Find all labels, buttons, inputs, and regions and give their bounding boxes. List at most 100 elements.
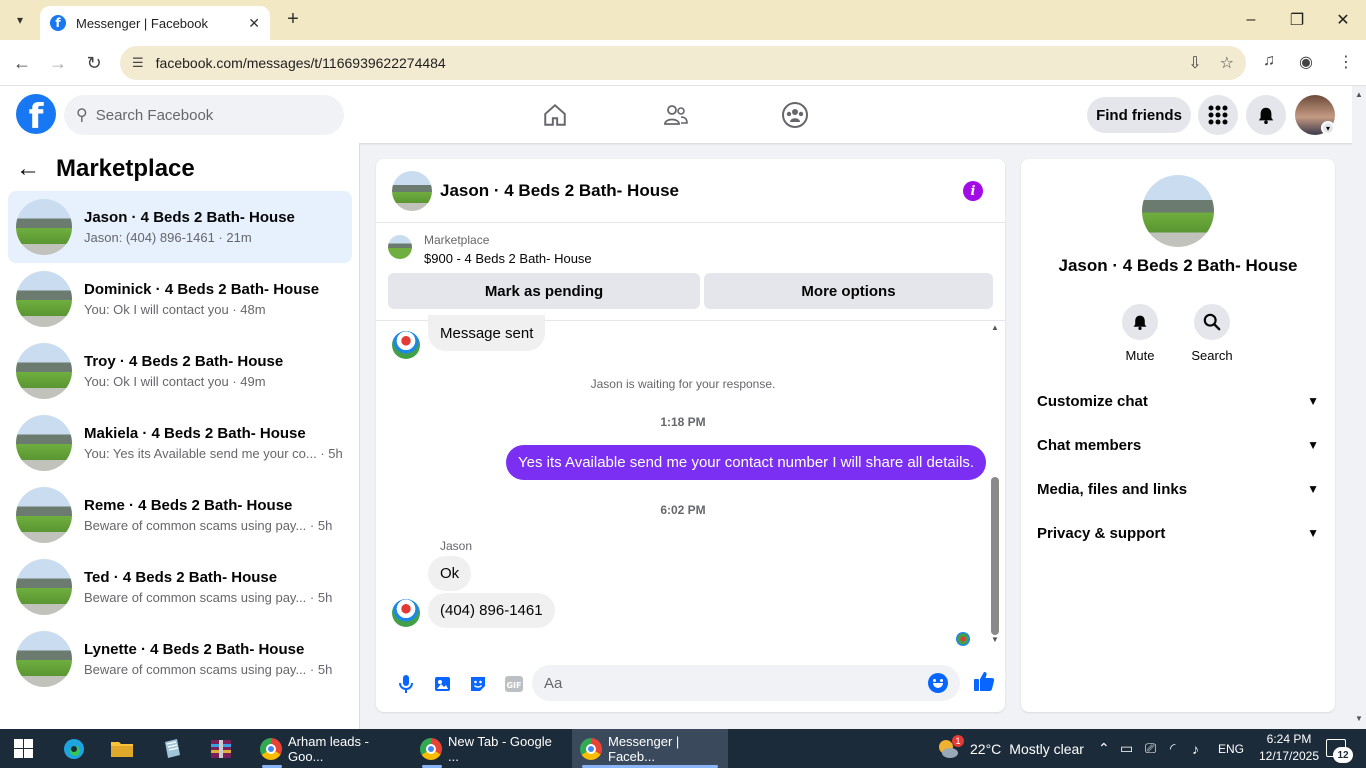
find-friends-button[interactable]: Find friends	[1087, 97, 1191, 133]
system-clock[interactable]: 6:24 PM 12/17/2025	[1254, 731, 1324, 765]
more-options-button[interactable]: More options	[704, 273, 993, 309]
menu-grid-icon[interactable]	[1198, 95, 1238, 135]
listing-mini-thumbnail[interactable]	[388, 235, 412, 259]
conversation-preview: Jason: (404) 896-1461 · 21m	[84, 230, 252, 245]
profile-icon[interactable]: ◉	[1299, 52, 1313, 72]
thumbs-up-icon[interactable]	[970, 667, 998, 695]
facebook-search-input[interactable]	[95, 106, 316, 124]
listing-thumbnail	[16, 631, 72, 687]
volume-icon[interactable]: ♪	[1192, 729, 1199, 768]
winrar-app-icon[interactable]	[207, 735, 235, 763]
chat-header-name[interactable]: Jason · 4 Beds 2 Bath- House	[440, 181, 679, 201]
bookmark-star-icon[interactable]: ☆	[1220, 53, 1234, 73]
chat-panel: Jason · 4 Beds 2 Bath- House i Marketpla…	[376, 159, 1005, 712]
show-hidden-icons-chevron[interactable]: ⌃	[1098, 729, 1110, 768]
groups-nav-icon[interactable]	[775, 98, 815, 132]
chat-members-section[interactable]: Chat members ▼	[1037, 423, 1319, 467]
conversation-item[interactable]: Lynette · 4 Beds 2 Bath- House Beware of…	[8, 623, 352, 695]
mute-button[interactable]: Mute	[1110, 304, 1170, 363]
input-language[interactable]: ENG	[1218, 729, 1244, 768]
conversation-item[interactable]: Troy · 4 Beds 2 Bath- House You: Ok I wi…	[8, 335, 352, 407]
media-control-icon[interactable]: ♫	[1263, 52, 1275, 70]
windows-start-icon[interactable]	[14, 739, 33, 758]
browser-menu-icon[interactable]: ⋮	[1338, 52, 1354, 72]
weather-widget[interactable]: 1 22°C Mostly clear	[936, 729, 1084, 768]
chat-scroll-thumb[interactable]	[991, 477, 999, 635]
edge-browser-icon[interactable]	[60, 735, 88, 763]
browser-address-bar: ← → ↻ ☰ facebook.com/messages/t/11669396…	[0, 40, 1366, 86]
privacy-support-section[interactable]: Privacy & support ▼	[1037, 511, 1319, 555]
message-sender-name: Jason	[440, 539, 473, 553]
home-nav-icon[interactable]	[535, 98, 575, 132]
tab-search-chevron-icon[interactable]: ▾	[8, 8, 32, 32]
facebook-logo-icon[interactable]: f	[16, 94, 56, 134]
scroll-up-icon[interactable]: ▲	[991, 323, 999, 332]
chrome-icon	[580, 737, 602, 760]
attach-image-icon[interactable]	[424, 666, 460, 702]
taskbar-task-new-tab[interactable]: New Tab - Google ...	[412, 729, 562, 768]
wifi-icon[interactable]: ◜	[1170, 729, 1175, 768]
restore-icon[interactable]: ❐	[1274, 0, 1320, 40]
message-input-box[interactable]	[532, 665, 960, 701]
page-scroll-down-icon[interactable]: ▼	[1355, 714, 1363, 723]
weather-description: Mostly clear	[1009, 740, 1084, 757]
message-bubble-incoming: Ok	[428, 556, 472, 591]
facebook-header: f ⚲ Find friends ▾	[0, 86, 1366, 143]
taskbar-task-messenger[interactable]: Messenger | Faceb...	[572, 729, 728, 768]
facebook-search-box[interactable]: ⚲	[64, 95, 344, 135]
window-close-icon[interactable]: ✕	[1320, 0, 1366, 40]
message-input[interactable]	[544, 674, 928, 692]
notepad-app-icon[interactable]	[158, 735, 186, 763]
media-files-links-section[interactable]: Media, files and links ▼	[1037, 467, 1319, 511]
browser-tab-messenger[interactable]: f Messenger | Facebook ✕	[40, 6, 270, 40]
meet-now-icon[interactable]: ⎚	[1145, 729, 1156, 768]
sticker-icon[interactable]	[460, 666, 496, 702]
conversation-item[interactable]: Makiela · 4 Beds 2 Bath- House You: Yes …	[8, 407, 352, 479]
page-scroll-up-icon[interactable]: ▲	[1355, 90, 1363, 99]
taskbar-task-arham-leads[interactable]: Arham leads - Goo...	[252, 729, 402, 768]
conversation-item[interactable]: Dominick · 4 Beds 2 Bath- House You: Ok …	[8, 263, 352, 335]
message-bubble-incoming: (404) 896-1461	[428, 593, 555, 628]
contact-avatar[interactable]	[392, 599, 420, 627]
sidebar-title: Marketplace	[56, 155, 195, 182]
taskbar-task-label: Arham leads - Goo...	[288, 733, 369, 764]
conversation-item[interactable]: Jason · 4 Beds 2 Bath- House Jason: (404…	[8, 191, 352, 263]
listing-price-title[interactable]: $900 - 4 Beds 2 Bath- House	[424, 251, 592, 266]
mark-as-pending-button[interactable]: Mark as pending	[388, 273, 700, 309]
page-scrollbar[interactable]: ▲ ▼	[1352, 86, 1366, 729]
new-tab-plus-icon[interactable]: +	[282, 8, 304, 30]
notifications-bell-icon[interactable]	[1246, 95, 1286, 135]
omnibox[interactable]: ☰ facebook.com/messages/t/11669396222744…	[120, 46, 1246, 80]
windows-taskbar: Arham leads - Goo... New Tab - Google ..…	[0, 729, 1366, 768]
emoji-icon[interactable]	[928, 673, 948, 693]
conversation-preview: You: Ok I will contact you · 49m	[84, 374, 266, 389]
file-explorer-icon[interactable]	[108, 735, 136, 763]
minimize-icon[interactable]: –	[1228, 0, 1274, 40]
chat-header-thumbnail[interactable]	[392, 170, 432, 211]
microphone-icon[interactable]	[388, 666, 424, 702]
friends-nav-icon[interactable]	[656, 98, 696, 132]
message-composer: GIF	[376, 659, 1005, 709]
gif-icon[interactable]: GIF	[496, 666, 532, 702]
info-listing-photo[interactable]	[1142, 175, 1214, 247]
forward-icon[interactable]: →	[45, 50, 71, 76]
back-icon[interactable]: ←	[9, 50, 35, 76]
clock-date: 12/17/2025	[1258, 749, 1320, 763]
site-info-icon[interactable]: ☰	[132, 55, 144, 71]
chat-scrollbar[interactable]: ▲ ▼	[989, 321, 1001, 651]
customize-chat-section[interactable]: Customize chat ▼	[1037, 379, 1319, 423]
conversation-item[interactable]: Ted · 4 Beds 2 Bath- House Beware of com…	[8, 551, 352, 623]
install-app-icon[interactable]: ⇩	[1188, 53, 1201, 73]
account-chevron-icon[interactable]: ▾	[1321, 121, 1335, 135]
facebook-favicon-icon: f	[50, 15, 66, 31]
tab-close-icon[interactable]: ✕	[248, 15, 260, 32]
conversation-item[interactable]: Reme · 4 Beds 2 Bath- House Beware of co…	[8, 479, 352, 551]
reload-icon[interactable]: ↻	[81, 50, 107, 76]
contact-avatar[interactable]	[392, 331, 420, 359]
battery-icon[interactable]: ▭	[1120, 729, 1133, 768]
scroll-down-icon[interactable]: ▼	[991, 635, 999, 644]
search-in-conversation-button[interactable]: Search	[1182, 304, 1242, 363]
back-arrow-icon[interactable]: ←	[16, 155, 40, 183]
conversation-info-icon[interactable]: i	[963, 181, 983, 201]
url-text[interactable]: facebook.com/messages/t/1166939622274484	[156, 55, 1171, 71]
